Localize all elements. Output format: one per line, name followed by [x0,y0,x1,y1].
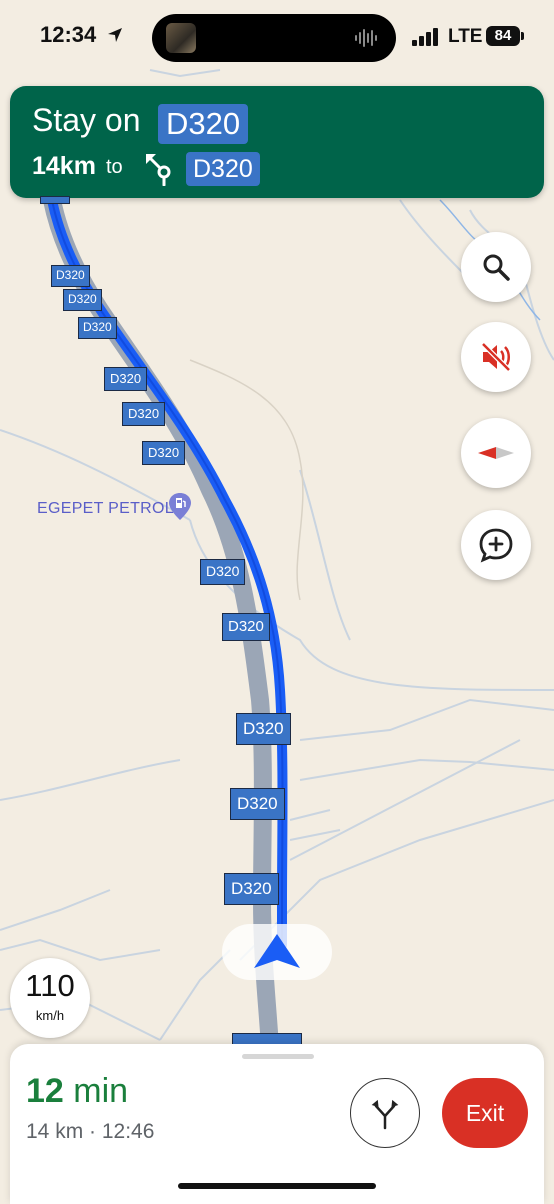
road-shield: D320 [63,289,102,311]
current-road-shield: D320 [158,104,249,144]
search-icon [483,254,510,281]
road-shield: D320 [200,559,246,585]
battery-level: 84 [494,27,512,44]
next-maneuver-distance: 14km [32,152,96,180]
next-road-shield: D320 [186,152,260,186]
fuel-station-icon[interactable] [168,492,192,522]
to-label: to [106,156,123,178]
battery-icon: 84 [486,26,520,46]
route-fork-icon [371,1099,399,1130]
speed-unit: km/h [35,1008,65,1023]
road-shield: D320 [51,265,90,287]
road-shield: D320 [222,613,270,641]
road-shield: D320 [78,317,117,339]
mute-button[interactable] [461,322,531,392]
status-time: 12:34 [40,22,97,47]
speedometer: 110 km/h [10,958,90,1038]
road-shield: D320 [236,713,291,745]
trip-summary-sheet[interactable]: 12 min 14 km · 12:46 Exit [10,1044,544,1204]
alternate-routes-button[interactable] [350,1078,420,1148]
search-button[interactable] [461,232,531,302]
instruction-text: Stay on [32,102,141,138]
network-type: LTE [448,26,483,47]
dynamic-island[interactable] [152,14,396,62]
location-arrow-icon [108,28,122,42]
roundabout-left-icon [146,154,171,186]
trip-details: 14 km · 12:46 [26,1120,155,1143]
eta-value: 12 [26,1072,64,1110]
road-shield-partial [40,196,70,204]
compass-button[interactable] [461,418,531,488]
poi-label[interactable]: EGEPET PETROL [37,500,174,518]
road-shield: D320 [230,788,285,820]
add-report-icon [479,528,513,563]
add-report-button[interactable] [461,510,531,580]
status-bar: 12:34 LTE 84 [0,0,554,76]
current-speed: 110 [25,968,75,1003]
road-shield: D320 [224,873,279,905]
exit-navigation-button[interactable]: Exit [442,1078,528,1148]
road-shield: D320 [104,367,148,391]
sheet-drag-handle[interactable] [242,1054,314,1059]
road-shield: D320 [142,441,186,465]
volume-off-icon [481,342,511,372]
direction-banner[interactable]: Stay on D320 14km to D320 [10,86,544,198]
eta-duration: 12 min [26,1072,128,1111]
battery-tip [521,32,524,40]
compass-icon [478,447,514,459]
audio-wave-icon [355,29,377,47]
home-indicator[interactable] [178,1183,376,1189]
navigation-arrow-icon [254,934,300,968]
album-art-icon [166,23,196,53]
road-shield: D320 [122,402,166,426]
eta-unit: min [73,1072,129,1110]
signal-strength-icon [412,28,438,46]
